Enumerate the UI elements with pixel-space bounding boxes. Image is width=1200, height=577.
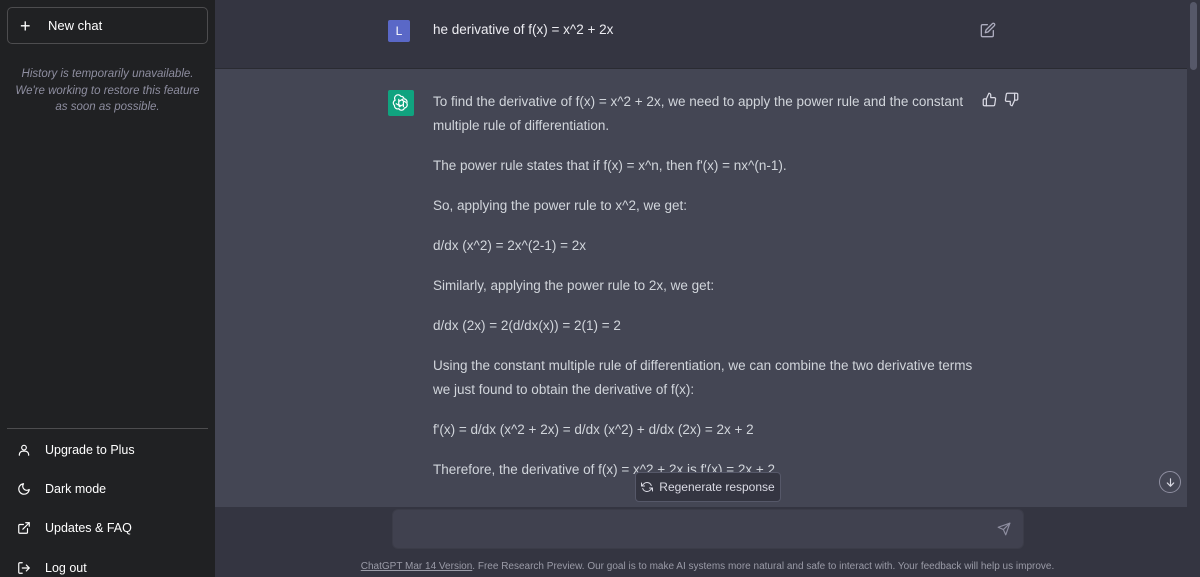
user-avatar: L [388,20,410,42]
assistant-paragraph: f'(x) = d/dx (x^2 + 2x) = d/dx (x^2) + d… [433,422,754,437]
sidebar-item-dark-mode[interactable]: Dark mode [7,471,208,507]
scroll-to-bottom-button[interactable] [1159,471,1181,493]
history-unavailable-note: History is temporarily unavailable. We'r… [15,68,200,113]
thumbs-down-icon[interactable] [1004,92,1019,107]
logout-icon [18,562,30,574]
user-message: he derivative of f(x) = x^2 + 2x [433,22,614,37]
scrollbar-thumb[interactable] [1190,2,1197,70]
send-icon[interactable] [997,522,1011,536]
moon-icon [18,483,30,495]
regenerate-response-button[interactable]: Regenerate response [635,472,781,502]
assistant-paragraph: So, applying the power rule to x^2, we g… [433,198,687,213]
footer-text: . Free Research Preview. Our goal is to … [472,561,1055,572]
sidebar-item-label: Upgrade to Plus [45,443,135,457]
user-icon [18,444,30,456]
openai-logo-icon [392,94,408,111]
assistant-avatar [388,90,414,116]
sidebar-item-updates-faq[interactable]: Updates & FAQ [7,510,208,546]
assistant-paragraph: To find the derivative of f(x) = x^2 + 2… [433,94,964,133]
assistant-message: To find the derivative of f(x) = x^2 + 2… [433,90,973,498]
regenerate-label: Regenerate response [659,480,775,494]
sidebar: + New chat History is temporarily unavai… [0,0,215,577]
sidebar-item-label: Log out [45,561,87,575]
scrollbar-track[interactable] [1187,0,1200,507]
assistant-paragraph: Similarly, applying the power rule to 2x… [433,278,715,293]
assistant-message-row: To find the derivative of f(x) = x^2 + 2… [215,69,1200,507]
assistant-paragraph: d/dx (2x) = 2(d/dx(x)) = 2(1) = 2 [433,318,621,333]
message-input-box[interactable] [392,509,1024,549]
sidebar-divider [7,428,208,429]
footer: ChatGPT Mar 14 Version. Free Research Pr… [215,561,1200,572]
sidebar-item-label: Dark mode [45,482,107,496]
thumbs-up-icon[interactable] [982,92,997,107]
assistant-paragraph: The power rule states that if f(x) = x^n… [433,158,787,173]
assistant-paragraph: Using the constant multiple rule of diff… [433,358,973,397]
refresh-icon [641,481,654,493]
assistant-paragraph: d/dx (x^2) = 2x^(2-1) = 2x [433,238,586,253]
arrow-down-icon [1166,477,1174,487]
new-chat-button[interactable]: + New chat [7,7,208,44]
sidebar-item-log-out[interactable]: Log out [7,550,208,577]
chat-main: L he derivative of f(x) = x^2 + 2x To fi… [215,0,1200,577]
version-link[interactable]: ChatGPT Mar 14 Version [361,561,473,572]
user-message-row: L he derivative of f(x) = x^2 + 2x [215,0,1200,69]
plus-icon: + [20,15,31,36]
sidebar-item-upgrade[interactable]: Upgrade to Plus [7,432,208,468]
external-link-icon [18,522,30,534]
edit-icon[interactable] [980,22,996,38]
new-chat-label: New chat [48,18,103,33]
sidebar-item-label: Updates & FAQ [45,521,132,535]
